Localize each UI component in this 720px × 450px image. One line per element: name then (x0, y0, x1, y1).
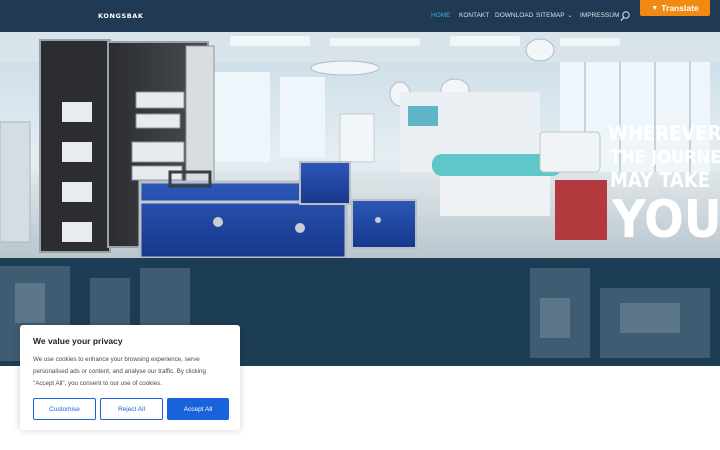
slogan-line-2: THE JOURNEY (610, 147, 720, 168)
customise-button[interactable]: Customise (33, 398, 96, 420)
cookie-text: We use cookies to enhance your browsing … (33, 356, 206, 387)
slogan-line-3: MAY TAKE (610, 168, 710, 192)
cookie-consent-dialog: We value your privacy We use cookies to … (20, 325, 240, 430)
slogan-line-4: YOU! (611, 190, 720, 250)
nav-sitemap-label: SITEMAP (536, 12, 565, 19)
reject-all-button[interactable]: Reject All (100, 398, 163, 420)
search-icon[interactable] (620, 11, 630, 22)
accept-all-button[interactable]: Accept All (167, 398, 229, 420)
chevron-down-icon: ⌄ (567, 13, 573, 19)
hero-banner: WHEREVER THE JOURNEY MAY TAKE YOU! (0, 32, 720, 258)
site-header: KONGSBAK HOME KONTAKT DOWNLOAD SITEMAP ⌄ … (0, 0, 720, 32)
hero-slogan: WHEREVER THE JOURNEY MAY TAKE YOU! (608, 121, 720, 250)
hero-image: WHEREVER THE JOURNEY MAY TAKE YOU! (0, 32, 720, 258)
nav-impressum[interactable]: IMPRESSUM (580, 12, 619, 19)
nav-download[interactable]: DOWNLOAD (495, 12, 533, 19)
slogan-line-1: WHEREVER (608, 121, 720, 145)
cookie-title: We value your privacy (33, 336, 123, 346)
cookie-buttons: Customise Reject All Accept All (33, 398, 229, 420)
translate-label: Translate (661, 3, 699, 13)
translate-button[interactable]: ▼ Translate (640, 0, 710, 16)
caret-down-icon: ▼ (651, 4, 659, 12)
site-logo[interactable]: KONGSBAK (98, 12, 144, 20)
nav-sitemap[interactable]: SITEMAP ⌄ (536, 12, 573, 19)
nav-kontakt[interactable]: KONTAKT (459, 12, 489, 19)
nav-home[interactable]: HOME (431, 12, 451, 19)
